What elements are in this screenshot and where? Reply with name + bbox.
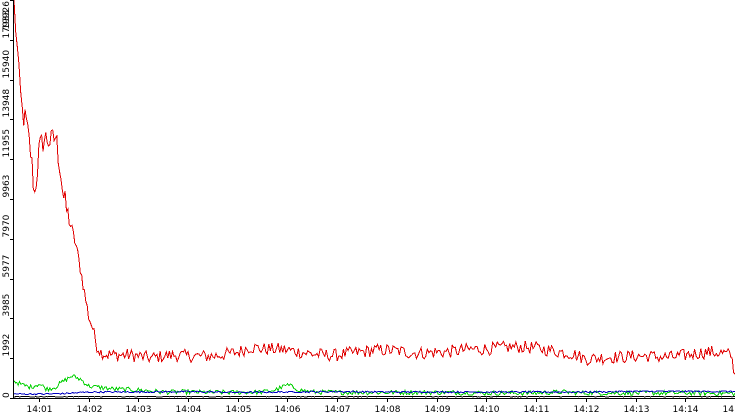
x-tick-label: 14:04: [176, 405, 202, 415]
y-tick-label: 5977: [2, 255, 12, 278]
y-tick-label: 7970: [2, 214, 12, 237]
y-tick-label: 1992: [2, 334, 12, 357]
y-tick-label: 3985: [2, 294, 12, 317]
x-tick-label: 14:07: [325, 405, 351, 415]
series-line-4: [13, 395, 735, 398]
y-tick-layer: 0199239855977797099631195513948159401793…: [2, 0, 14, 399]
series-layer: [13, 0, 735, 398]
y-tick-label: 19926: [2, 1, 12, 30]
chart-container: 0 1992 3985 5977 7970 9963 11955 13948 15940 1793…: [0, 0, 735, 415]
x-tick-label: 14:10: [474, 405, 500, 415]
x-tick-label: 14:03: [126, 405, 152, 415]
x-tick-label: 14:01: [27, 405, 53, 415]
y-tick-label: 13948: [2, 89, 12, 118]
x-tick-label: 14:15: [723, 405, 735, 415]
x-tick-label: 14:02: [77, 405, 103, 415]
series-line-1: [13, 0, 735, 375]
x-tick-label: 14:14: [673, 405, 699, 415]
x-tick-label: 14:12: [574, 405, 600, 415]
x-tick-label: 14:08: [375, 405, 401, 415]
x-tick-label: 14:09: [425, 405, 451, 415]
y-tick-label: 0: [2, 392, 12, 398]
x-tick-label: 14:06: [275, 405, 301, 415]
y-tick-label: 15940: [2, 50, 12, 79]
axis-layer: [13, 0, 735, 399]
x-tick-label: 14:13: [624, 405, 650, 415]
x-tick-label: 14:11: [524, 405, 550, 415]
y-tick-label: 11955: [2, 129, 12, 158]
line-chart: 0199239855977797099631195513948159401793…: [2, 0, 735, 415]
x-tick-label: 14:05: [226, 405, 252, 415]
x-tick-layer: 14:01 14:02 14:03 14:04 14:05 14:06 14:07 14:08…: [27, 398, 735, 415]
y-tick-label: 9963: [2, 175, 12, 198]
